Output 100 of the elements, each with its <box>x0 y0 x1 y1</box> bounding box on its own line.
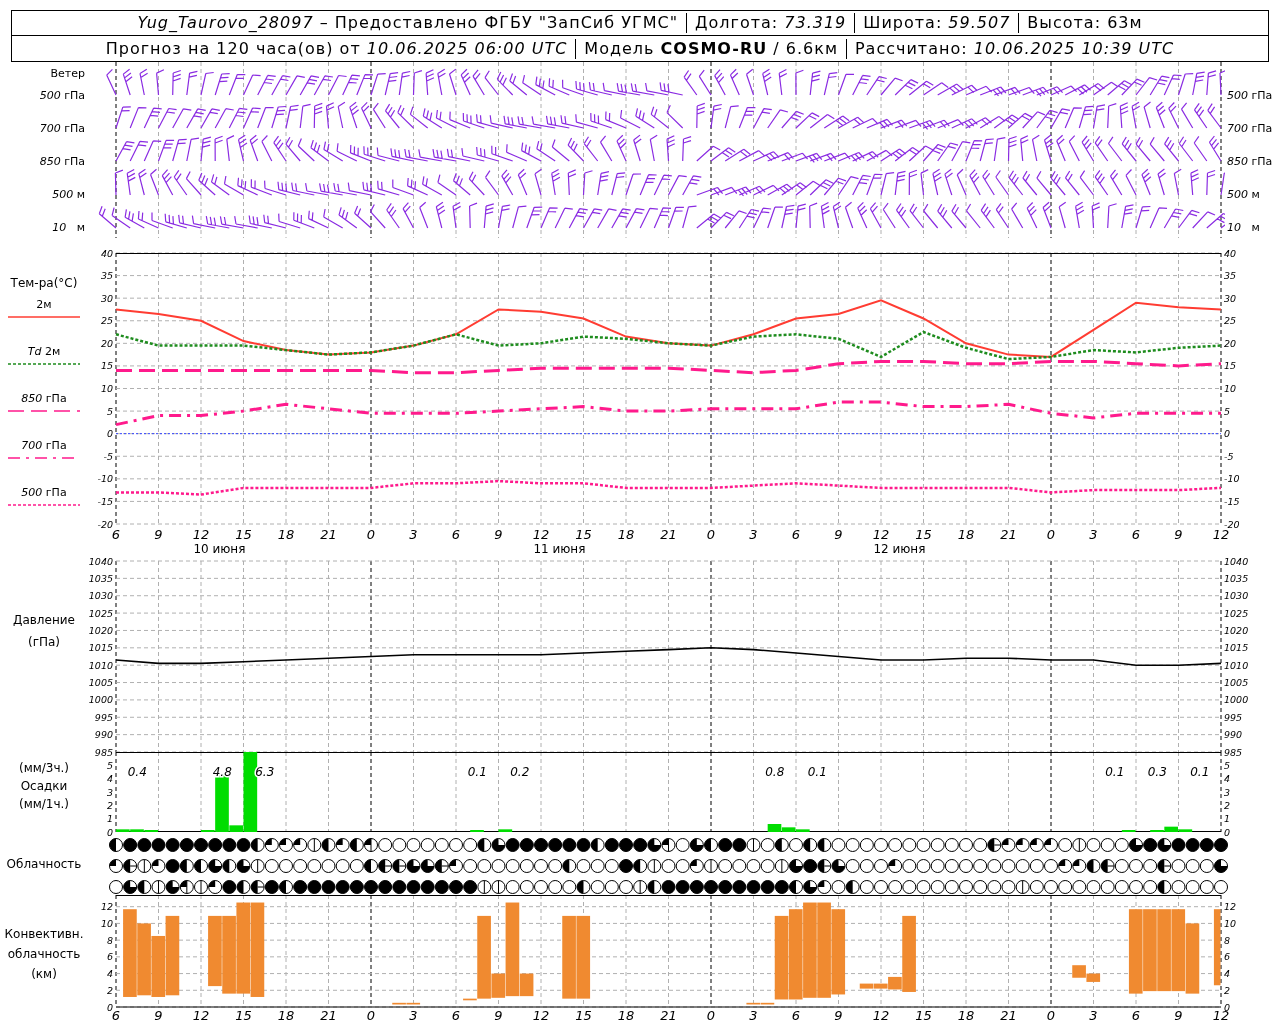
axis-label: 30 <box>1224 292 1237 304</box>
axis-label: 0 <box>366 527 376 542</box>
axis-label: 1020 <box>1224 624 1249 636</box>
axis-label: 1040 <box>88 555 113 567</box>
axis-label: 1010 <box>88 659 113 671</box>
axis-label: -10 <box>97 473 113 485</box>
axis-label: 6 <box>451 1008 461 1023</box>
axis-label: 20 <box>1224 337 1237 349</box>
axis-label: 3 <box>409 1008 418 1023</box>
axis-label: 12 <box>872 1008 890 1023</box>
axis-label: 10 <box>1224 917 1237 929</box>
axis-label: 18 <box>617 1008 635 1023</box>
header-text: Высота: 63м <box>1027 12 1143 34</box>
date-label: 10 июня <box>193 542 246 556</box>
axis-label: -15 <box>97 495 113 507</box>
axis-label: 21 <box>1000 527 1017 542</box>
axis-label: 18 <box>277 1008 295 1023</box>
axis-label: 1030 <box>88 590 113 602</box>
axis-label: 1025 <box>88 607 113 619</box>
date-label: 11 июня <box>533 542 586 556</box>
unit-label: (км) <box>31 966 57 983</box>
axis-label: 1030 <box>1224 590 1249 602</box>
date-label: 12 июня <box>873 542 926 556</box>
axis-label: 15 <box>575 527 592 542</box>
level-label: 700 гПа <box>1227 121 1273 138</box>
axis-label: 21 <box>320 1008 337 1023</box>
legend-label: 2м <box>36 299 52 311</box>
axis-label: 30 <box>100 292 113 304</box>
level-label: 500 м <box>1227 187 1260 204</box>
header-text: Yug_Taurovo_28097 – Предоставлено ФГБУ "ЗапСиб УГМС" <box>137 12 678 34</box>
level-label: 500 гПа <box>1227 88 1273 105</box>
axis-label: 3 <box>1224 786 1231 798</box>
axis-label: 0 <box>106 428 113 440</box>
axis-label: 12 <box>192 1008 210 1023</box>
axis-label: 21 <box>1000 1008 1017 1023</box>
axis-label: 1010 <box>1224 659 1249 671</box>
axis-label: 21 <box>320 527 337 542</box>
axis-label: 0 <box>706 1008 716 1023</box>
axis-label: 9 <box>494 527 503 542</box>
header-text: Долгота: 73.319 <box>695 12 847 34</box>
axis-label: 15 <box>235 1008 252 1023</box>
axis-label: 15 <box>915 1008 932 1023</box>
axis-label: 4 <box>106 773 113 785</box>
legend-label: Td 2м <box>27 346 61 358</box>
axis-label: 1000 <box>1224 694 1249 706</box>
header-text: Широта: 59.507 <box>863 12 1011 34</box>
axis-label: 5 <box>1224 759 1231 771</box>
axis-label: 0 <box>1224 826 1231 838</box>
axis-label: 6 <box>791 527 801 542</box>
axis-label: 3 <box>1089 1008 1098 1023</box>
panel-title: Тем-ра(°C) <box>10 275 78 291</box>
axis-label: 1020 <box>88 624 113 636</box>
axis-label: 1 <box>1224 813 1231 825</box>
axis-label: 6 <box>111 1008 121 1023</box>
axis-label: -5 <box>103 450 113 462</box>
axis-label: 9 <box>494 1008 503 1023</box>
axis-label: 9 <box>154 527 163 542</box>
legend-label: 500 гПа <box>21 487 67 499</box>
axis-label: 1005 <box>1224 677 1249 689</box>
legend-label: 700 гПа <box>21 440 67 452</box>
axis-label: 4 <box>106 968 113 980</box>
axis-label: 1015 <box>1224 642 1249 654</box>
axis-label: 0 <box>366 1008 376 1023</box>
level-label: 850 гПа <box>1227 154 1273 171</box>
axis-label: 2 <box>1224 799 1231 811</box>
axis-label: 10 <box>1224 383 1237 394</box>
axis-label: 35 <box>1224 270 1237 282</box>
level-label: 500 гПа <box>39 88 85 105</box>
axis-label: -5 <box>1224 450 1234 462</box>
axis-label: 21 <box>660 527 677 542</box>
unit-label: (мм/1ч.) <box>18 796 70 813</box>
precipitation-total: 0.4 <box>127 765 147 779</box>
header-text: Рассчитано: 10.06.2025 10:39 UTC <box>854 37 1175 60</box>
axis-label: 15 <box>100 360 113 372</box>
panel-title: Облачность <box>6 855 82 873</box>
axis-label: -20 <box>97 518 113 530</box>
axis-label: 18 <box>957 1008 975 1023</box>
axis-label: 9 <box>834 1008 843 1023</box>
level-label: 850 гПа <box>39 154 85 171</box>
axis-label: 0 <box>106 826 113 838</box>
header-text: Прогноз на 120 часа(ов) от 10.06.2025 06:00 UTC <box>105 37 568 60</box>
axis-label: 18 <box>277 527 295 542</box>
axis-label: -15 <box>1224 495 1240 507</box>
unit-label: (гПа) <box>27 634 60 651</box>
axis-label: 25 <box>100 315 113 327</box>
axis-label: 8 <box>106 934 113 946</box>
axis-label: 20 <box>100 337 113 349</box>
precipitation-total: 0.2 <box>510 765 530 779</box>
axis-label: 0 <box>1046 1008 1056 1023</box>
precipitation-total: 0.1 <box>807 765 827 779</box>
axis-label: 2 <box>1224 984 1231 996</box>
axis-label: 3 <box>749 527 758 542</box>
axis-label: 15 <box>1224 360 1237 372</box>
panel-title: Осадки <box>20 778 68 795</box>
precipitation-total: 0.1 <box>467 765 487 779</box>
axis-label: 10 <box>100 917 113 929</box>
axis-label: -20 <box>1224 518 1240 530</box>
axis-label: 3 <box>409 527 418 542</box>
axis-label: 6 <box>1131 527 1141 542</box>
axis-label: 5 <box>106 405 113 417</box>
